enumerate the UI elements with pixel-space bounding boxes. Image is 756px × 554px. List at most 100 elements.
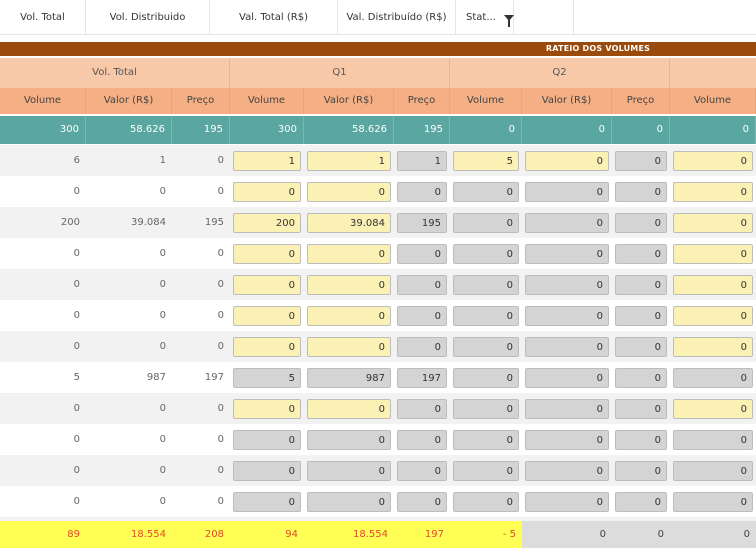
editable-value-input[interactable]: 0 (673, 399, 753, 419)
filter-status[interactable]: Stat... (456, 0, 514, 34)
column-header[interactable]: Volume (0, 88, 86, 114)
readonly-value-input[interactable]: 0 (397, 399, 447, 419)
readonly-value-input[interactable]: 0 (453, 244, 519, 264)
filter-val-distribuido[interactable]: Val. Distribuído (R$) (338, 0, 456, 34)
filter-icon[interactable] (503, 15, 514, 27)
readonly-value-input[interactable]: 0 (397, 244, 447, 264)
editable-value-input[interactable]: 0 (233, 306, 301, 326)
editable-value-input[interactable]: 1 (307, 151, 391, 171)
readonly-value-input[interactable]: 0 (525, 182, 609, 202)
readonly-value-input[interactable]: 0 (525, 213, 609, 233)
readonly-value-input[interactable]: 0 (307, 461, 391, 481)
readonly-value-input[interactable]: 987 (307, 368, 391, 388)
readonly-value-input[interactable]: 0 (615, 430, 667, 450)
editable-value-input[interactable]: 0 (673, 151, 753, 171)
column-header[interactable]: Valor (R$) (86, 88, 172, 114)
column-header[interactable]: Valor (R$) (304, 88, 394, 114)
editable-value-input[interactable]: 0 (673, 275, 753, 295)
readonly-value-input[interactable]: 0 (615, 492, 667, 512)
column-header[interactable]: Preço (172, 88, 230, 114)
readonly-value-input[interactable]: 0 (525, 368, 609, 388)
editable-value-input[interactable]: 0 (233, 275, 301, 295)
readonly-value-input[interactable]: 0 (453, 337, 519, 357)
filter-vol-distribuido[interactable]: Vol. Distribuido (86, 0, 210, 34)
readonly-value-input[interactable]: 0 (525, 399, 609, 419)
readonly-value-input[interactable]: 0 (453, 275, 519, 295)
column-header[interactable]: Preço (394, 88, 450, 114)
readonly-value-input[interactable]: 0 (615, 182, 667, 202)
readonly-value-input[interactable]: 0 (525, 492, 609, 512)
readonly-value-input[interactable]: 0 (615, 461, 667, 481)
readonly-value-input[interactable]: 0 (525, 306, 609, 326)
editable-value-input[interactable]: 0 (307, 337, 391, 357)
editable-value-input[interactable]: 39.084 (307, 213, 391, 233)
readonly-value-input[interactable]: 0 (525, 275, 609, 295)
filter-val-total[interactable]: Val. Total (R$) (210, 0, 338, 34)
column-header[interactable]: Volume (670, 88, 756, 114)
readonly-value-input[interactable]: 0 (397, 461, 447, 481)
readonly-value-input[interactable]: 0 (673, 430, 753, 450)
column-header[interactable]: Volume (450, 88, 522, 114)
readonly-value-input[interactable]: 195 (397, 213, 447, 233)
readonly-value-input[interactable]: 0 (453, 492, 519, 512)
readonly-value-input[interactable]: 0 (453, 368, 519, 388)
readonly-value-input[interactable]: 0 (397, 430, 447, 450)
editable-value-input[interactable]: 0 (673, 306, 753, 326)
readonly-value-input[interactable]: 0 (453, 399, 519, 419)
readonly-value-input[interactable]: 0 (453, 430, 519, 450)
editable-value-input[interactable]: 0 (673, 244, 753, 264)
readonly-value-input[interactable]: 0 (307, 430, 391, 450)
readonly-value-input[interactable]: 197 (397, 368, 447, 388)
editable-value-input[interactable]: 0 (673, 213, 753, 233)
readonly-value-input[interactable]: 0 (453, 306, 519, 326)
readonly-value-input[interactable]: 0 (615, 306, 667, 326)
editable-value-input[interactable]: 0 (233, 399, 301, 419)
editable-value-input[interactable]: 0 (525, 151, 609, 171)
readonly-value-input[interactable]: 0 (233, 461, 301, 481)
editable-value-input[interactable]: 1 (233, 151, 301, 171)
column-header[interactable]: Valor (R$) (522, 88, 612, 114)
readonly-value-input[interactable]: 0 (615, 151, 667, 171)
readonly-value-input[interactable]: 0 (615, 399, 667, 419)
readonly-value-input[interactable]: 0 (615, 213, 667, 233)
readonly-value-input[interactable]: 0 (397, 337, 447, 357)
readonly-value-input[interactable]: 0 (673, 461, 753, 481)
readonly-value-input[interactable]: 0 (673, 368, 753, 388)
editable-value-input[interactable]: 0 (233, 182, 301, 202)
column-header[interactable]: Preço (612, 88, 670, 114)
readonly-value-input[interactable]: 1 (397, 151, 447, 171)
readonly-value-input[interactable]: 0 (397, 182, 447, 202)
readonly-value-input[interactable]: 5 (233, 368, 301, 388)
readonly-value-input[interactable]: 0 (233, 430, 301, 450)
editable-value-input[interactable]: 5 (453, 151, 519, 171)
editable-value-input[interactable]: 0 (307, 399, 391, 419)
editable-value-input[interactable]: 0 (233, 337, 301, 357)
readonly-value-input[interactable]: 0 (233, 492, 301, 512)
readonly-value-input[interactable]: 0 (525, 337, 609, 357)
readonly-value-input[interactable]: 0 (615, 275, 667, 295)
readonly-value-input[interactable]: 0 (673, 492, 753, 512)
editable-value-input[interactable]: 0 (307, 306, 391, 326)
readonly-value-input[interactable]: 0 (453, 461, 519, 481)
editable-value-input[interactable]: 200 (233, 213, 301, 233)
readonly-value-input[interactable]: 0 (615, 244, 667, 264)
readonly-value-input[interactable]: 0 (307, 492, 391, 512)
editable-value-input[interactable]: 0 (233, 244, 301, 264)
readonly-value-input[interactable]: 0 (525, 244, 609, 264)
editable-value-input[interactable]: 0 (673, 337, 753, 357)
editable-value-input[interactable]: 0 (307, 244, 391, 264)
readonly-value-input[interactable]: 0 (453, 182, 519, 202)
editable-value-input[interactable]: 0 (307, 182, 391, 202)
editable-value-input[interactable]: 0 (307, 275, 391, 295)
readonly-value-input[interactable]: 0 (453, 213, 519, 233)
column-header[interactable]: Volume (230, 88, 304, 114)
readonly-value-input[interactable]: 0 (397, 492, 447, 512)
readonly-value-input[interactable]: 0 (525, 430, 609, 450)
readonly-value-input[interactable]: 0 (615, 368, 667, 388)
readonly-value-input[interactable]: 0 (525, 461, 609, 481)
readonly-value-input[interactable]: 0 (615, 337, 667, 357)
readonly-value-input[interactable]: 0 (397, 275, 447, 295)
editable-value-input[interactable]: 0 (673, 182, 753, 202)
filter-vol-total[interactable]: Vol. Total (0, 0, 86, 34)
readonly-value-input[interactable]: 0 (397, 306, 447, 326)
